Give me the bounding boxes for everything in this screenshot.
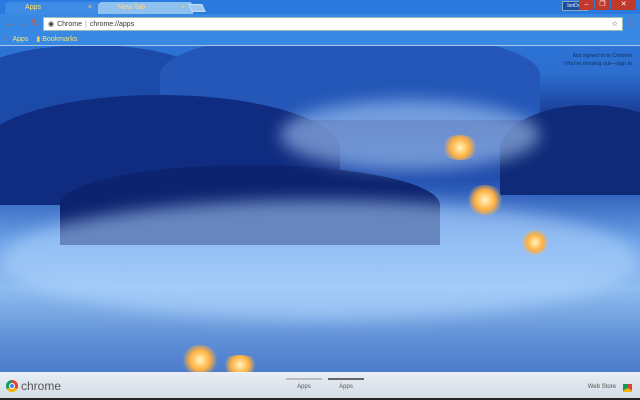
footer-bar: chrome Apps Apps Web Store [0, 372, 640, 400]
tab-title: Apps [25, 4, 41, 11]
tab-title: New Tab [118, 4, 146, 11]
site-info-icon[interactable]: ◉ [48, 20, 54, 28]
omnibox[interactable]: ◉ Chrome | chrome://apps ☆ [43, 17, 623, 31]
forward-icon[interactable]: → [18, 18, 28, 29]
url-text[interactable]: chrome://apps [90, 21, 134, 28]
menu-icon[interactable]: ⋮ [626, 17, 635, 28]
chrome-icon [6, 380, 18, 392]
page-indicator-apps-2[interactable]: Apps [328, 378, 364, 390]
site-chip: Chrome [57, 20, 83, 28]
new-tab-button[interactable] [188, 4, 206, 12]
bookmark-star-icon[interactable]: ☆ [612, 20, 618, 28]
tab-new-tab[interactable]: New Tab × [98, 2, 193, 14]
web-store-link[interactable]: Web Store [588, 384, 616, 390]
toolbar: ← → ↻ ◉ Chrome | chrome://apps ☆ ⋮ [0, 14, 640, 34]
tab-strip: Apps × New Tab × lonDay – ❐ ✕ [0, 0, 640, 14]
close-tab-icon[interactable]: × [181, 4, 185, 11]
minimize-icon[interactable]: – [579, 0, 594, 10]
background-wallpaper [0, 0, 640, 400]
reload-icon[interactable]: ↻ [31, 18, 39, 29]
sign-in-link[interactable]: sign in [616, 61, 632, 67]
bookmark-folder[interactable]: ▮ Bookmarks [36, 35, 77, 44]
close-tab-icon[interactable]: × [88, 4, 92, 11]
close-window-icon[interactable]: ✕ [611, 0, 636, 10]
web-store-icon[interactable] [623, 384, 632, 392]
page-indicator-apps-1[interactable]: Apps [286, 378, 322, 390]
apps-grid-icon: ⁙ [5, 36, 11, 43]
chrome-logo: chrome [6, 379, 61, 393]
back-icon[interactable]: ← [5, 18, 15, 29]
bookmark-apps[interactable]: ⁙ Apps [5, 35, 28, 44]
signin-notice: Not signed in to Chrome (You're missing … [564, 53, 632, 67]
restore-icon[interactable]: ❐ [595, 0, 610, 10]
folder-icon: ▮ [36, 36, 41, 43]
bookmarks-bar: ⁙ Apps ▮ Bookmarks [0, 34, 640, 46]
tab-apps[interactable]: Apps × [5, 2, 100, 14]
